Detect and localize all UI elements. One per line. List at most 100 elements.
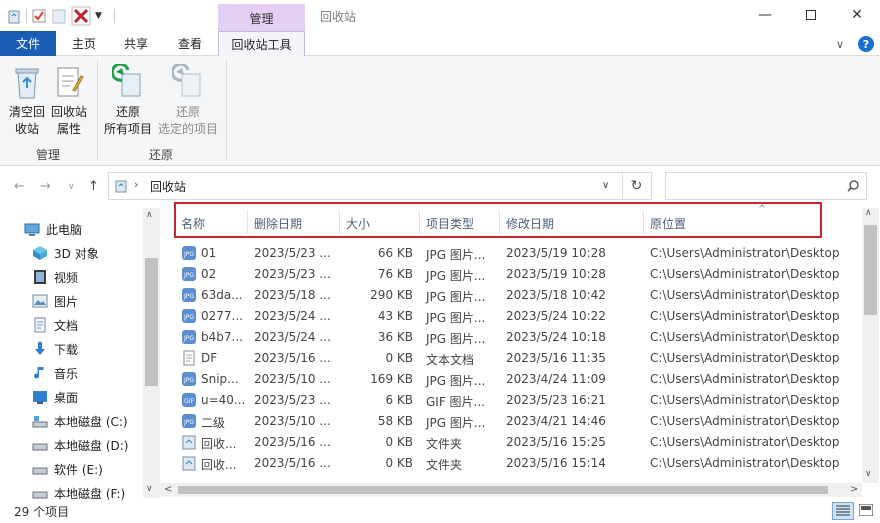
video-icon bbox=[34, 270, 46, 284]
nav-label: 本地磁盘 (C:) bbox=[54, 414, 128, 429]
scroll-left-icon[interactable]: < bbox=[164, 484, 172, 495]
minimize-button[interactable]: — bbox=[742, 0, 788, 30]
details-view-button[interactable] bbox=[832, 502, 854, 520]
cell-deleted: 2023/5/16 ... bbox=[254, 351, 331, 365]
back-arrow-icon[interactable]: ← bbox=[14, 179, 25, 194]
search-icon bbox=[847, 180, 859, 192]
nav-scroll-down-icon[interactable]: ∨ bbox=[146, 484, 153, 494]
cell-deleted: 2023/5/16 ... bbox=[254, 435, 331, 449]
cell-location: C:\Users\Administrator\Desktop bbox=[650, 351, 840, 365]
group-separator bbox=[97, 60, 98, 160]
tiles-view-button[interactable] bbox=[856, 502, 876, 520]
nav-scroll-up-icon[interactable]: ∧ bbox=[146, 210, 153, 220]
group-separator bbox=[226, 60, 227, 160]
cell-deleted: 2023/5/24 ... bbox=[254, 330, 331, 344]
nav-item-downloads[interactable]: 下载 bbox=[32, 337, 78, 361]
cell-size: 290 KB bbox=[370, 288, 413, 302]
nav-item-3d-objects[interactable]: 3D 对象 bbox=[32, 241, 99, 265]
file-row[interactable]: 回收... 2023/5/16 ... 0 KB 文件夹 2023/5/16 15:14… bbox=[173, 452, 863, 473]
restore-all-label-2: 所有项目 bbox=[103, 122, 152, 136]
file-row[interactable]: JPG 02 2023/5/23 ... 76 KB JPG 图片... 2023/5/1… bbox=[173, 263, 863, 284]
tab-view[interactable]: 查看 bbox=[170, 31, 210, 56]
cell-deleted: 2023/5/23 ... bbox=[254, 393, 331, 407]
nav-item-videos[interactable]: 视频 bbox=[32, 265, 78, 289]
maximize-button[interactable] bbox=[788, 0, 834, 30]
nav-item-music[interactable]: 音乐 bbox=[32, 361, 78, 385]
search-input[interactable] bbox=[665, 172, 867, 200]
file-row[interactable]: 回收... 2023/5/16 ... 0 KB 文件夹 2023/5/16 15:25… bbox=[173, 431, 863, 452]
drive-icon bbox=[32, 491, 48, 499]
jpg-icon: JPG bbox=[182, 309, 196, 323]
nav-item-documents[interactable]: 文档 bbox=[32, 313, 78, 337]
cell-size: 6 KB bbox=[385, 393, 413, 407]
up-arrow-icon[interactable]: ↑ bbox=[88, 179, 99, 194]
close-button[interactable]: ✕ bbox=[834, 0, 880, 30]
list-scroll-up-icon[interactable]: ∧ bbox=[865, 208, 872, 218]
cell-deleted: 2023/5/16 ... bbox=[254, 456, 331, 470]
nav-item-desktop[interactable]: 桌面 bbox=[32, 385, 78, 409]
cell-location: C:\Users\Administrator\Desktop bbox=[650, 309, 840, 323]
file-row[interactable]: JPG 0277... 2023/5/24 ... 43 KB JPG 图片... 202… bbox=[173, 305, 863, 326]
music-icon bbox=[34, 367, 44, 379]
nav-item-drive-c[interactable]: 本地磁盘 (C:) bbox=[32, 409, 128, 433]
recycle-bin-properties-button[interactable]: 回收站 属性 bbox=[48, 64, 90, 138]
nav-label: 此电脑 bbox=[46, 222, 83, 237]
restore-all-button[interactable]: 还原 所有项目 bbox=[100, 64, 156, 138]
nav-item-pictures[interactable]: 图片 bbox=[32, 289, 78, 313]
nav-item-drive-e[interactable]: 软件 (E:) bbox=[32, 457, 103, 481]
refresh-button[interactable]: ↻ bbox=[622, 172, 652, 200]
new-blank-icon[interactable] bbox=[51, 8, 67, 24]
list-scrollbar-thumb[interactable] bbox=[864, 225, 877, 315]
ribbon-tabs: 文件 主页 共享 查看 回收站工具 ∨ ? bbox=[0, 31, 880, 57]
cell-size: 0 KB bbox=[385, 435, 413, 449]
tab-share[interactable]: 共享 bbox=[116, 31, 156, 56]
properties-check-icon[interactable] bbox=[31, 8, 47, 24]
file-row[interactable]: JPG b4b7... 2023/5/24 ... 36 KB JPG 图片... 202… bbox=[173, 326, 863, 347]
cell-location: C:\Users\Administrator\Desktop bbox=[650, 372, 840, 386]
tab-file[interactable]: 文件 bbox=[0, 31, 56, 56]
cell-location: C:\Users\Administrator\Desktop bbox=[650, 393, 840, 407]
cell-deleted: 2023/5/24 ... bbox=[254, 309, 331, 323]
cell-size: 58 KB bbox=[377, 414, 413, 428]
collapse-ribbon-icon[interactable]: ∨ bbox=[836, 38, 844, 51]
tab-recycle-bin-tools[interactable]: 回收站工具 bbox=[218, 31, 305, 57]
list-scroll-down-icon[interactable]: ∨ bbox=[865, 469, 872, 479]
breadcrumb-chevron-icon[interactable]: › bbox=[134, 178, 138, 191]
file-row[interactable]: JPG Snip... 2023/5/10 ... 169 KB JPG 图片... 20… bbox=[173, 368, 863, 389]
file-row[interactable]: JPG 01 2023/5/23 ... 66 KB JPG 图片... 2023/5/1… bbox=[173, 242, 863, 263]
restore-selected-button[interactable]: 还原 选定的项目 bbox=[156, 64, 220, 138]
quick-access-toolbar: ▼ bbox=[6, 5, 115, 27]
delete-x-icon[interactable] bbox=[71, 6, 91, 26]
horizontal-scrollbar-thumb[interactable] bbox=[178, 486, 828, 494]
tab-home[interactable]: 主页 bbox=[64, 31, 104, 56]
svg-text:JPG: JPG bbox=[183, 419, 194, 426]
file-row[interactable]: DF 2023/5/16 ... 0 KB 文本文档 2023/5/16 11:35 C:… bbox=[173, 347, 863, 368]
properties-icon bbox=[57, 67, 84, 97]
file-row[interactable]: JPG 二级 2023/5/10 ... 58 KB JPG 图片... 2023/4/2… bbox=[173, 410, 863, 431]
help-icon[interactable]: ? bbox=[858, 36, 874, 52]
svg-text:JPG: JPG bbox=[183, 293, 194, 300]
cell-modified: 2023/5/16 15:25 bbox=[506, 435, 606, 449]
context-tab-manage[interactable]: 管理 bbox=[218, 4, 305, 32]
details-view-icon bbox=[836, 505, 850, 516]
group-restore-label: 还原 bbox=[149, 148, 174, 162]
file-row[interactable]: JPG 63da... 2023/5/18 ... 290 KB JPG 图片... 20… bbox=[173, 284, 863, 305]
qat-dropdown-icon[interactable]: ▼ bbox=[95, 11, 102, 21]
drive-icon bbox=[32, 443, 48, 451]
cell-modified: 2023/5/23 16:21 bbox=[506, 393, 606, 407]
cell-size: 76 KB bbox=[377, 267, 413, 281]
address-dropdown-icon[interactable]: ∨ bbox=[602, 180, 609, 191]
scroll-right-icon[interactable]: > bbox=[850, 484, 858, 495]
address-path: 回收站 bbox=[150, 180, 187, 194]
restore-selected-label-2: 选定的项目 bbox=[157, 122, 218, 136]
cell-location: C:\Users\Administrator\Desktop bbox=[650, 456, 840, 470]
recent-locations-icon[interactable]: ∨ bbox=[68, 182, 75, 192]
nav-item-this-pc[interactable]: 此电脑 bbox=[24, 217, 82, 241]
nav-scrollbar-thumb[interactable] bbox=[145, 258, 158, 386]
file-row[interactable]: GIF u=40... 2023/5/23 ... 6 KB GIF 图片... 2023… bbox=[173, 389, 863, 410]
nav-item-drive-d[interactable]: 本地磁盘 (D:) bbox=[32, 433, 128, 457]
forward-arrow-icon[interactable]: → bbox=[40, 179, 51, 194]
empty-recycle-bin-button[interactable]: 清空回 收站 bbox=[6, 64, 48, 138]
empty-recycle-bin-icon bbox=[15, 68, 39, 99]
cell-location: C:\Users\Administrator\Desktop bbox=[650, 267, 840, 281]
